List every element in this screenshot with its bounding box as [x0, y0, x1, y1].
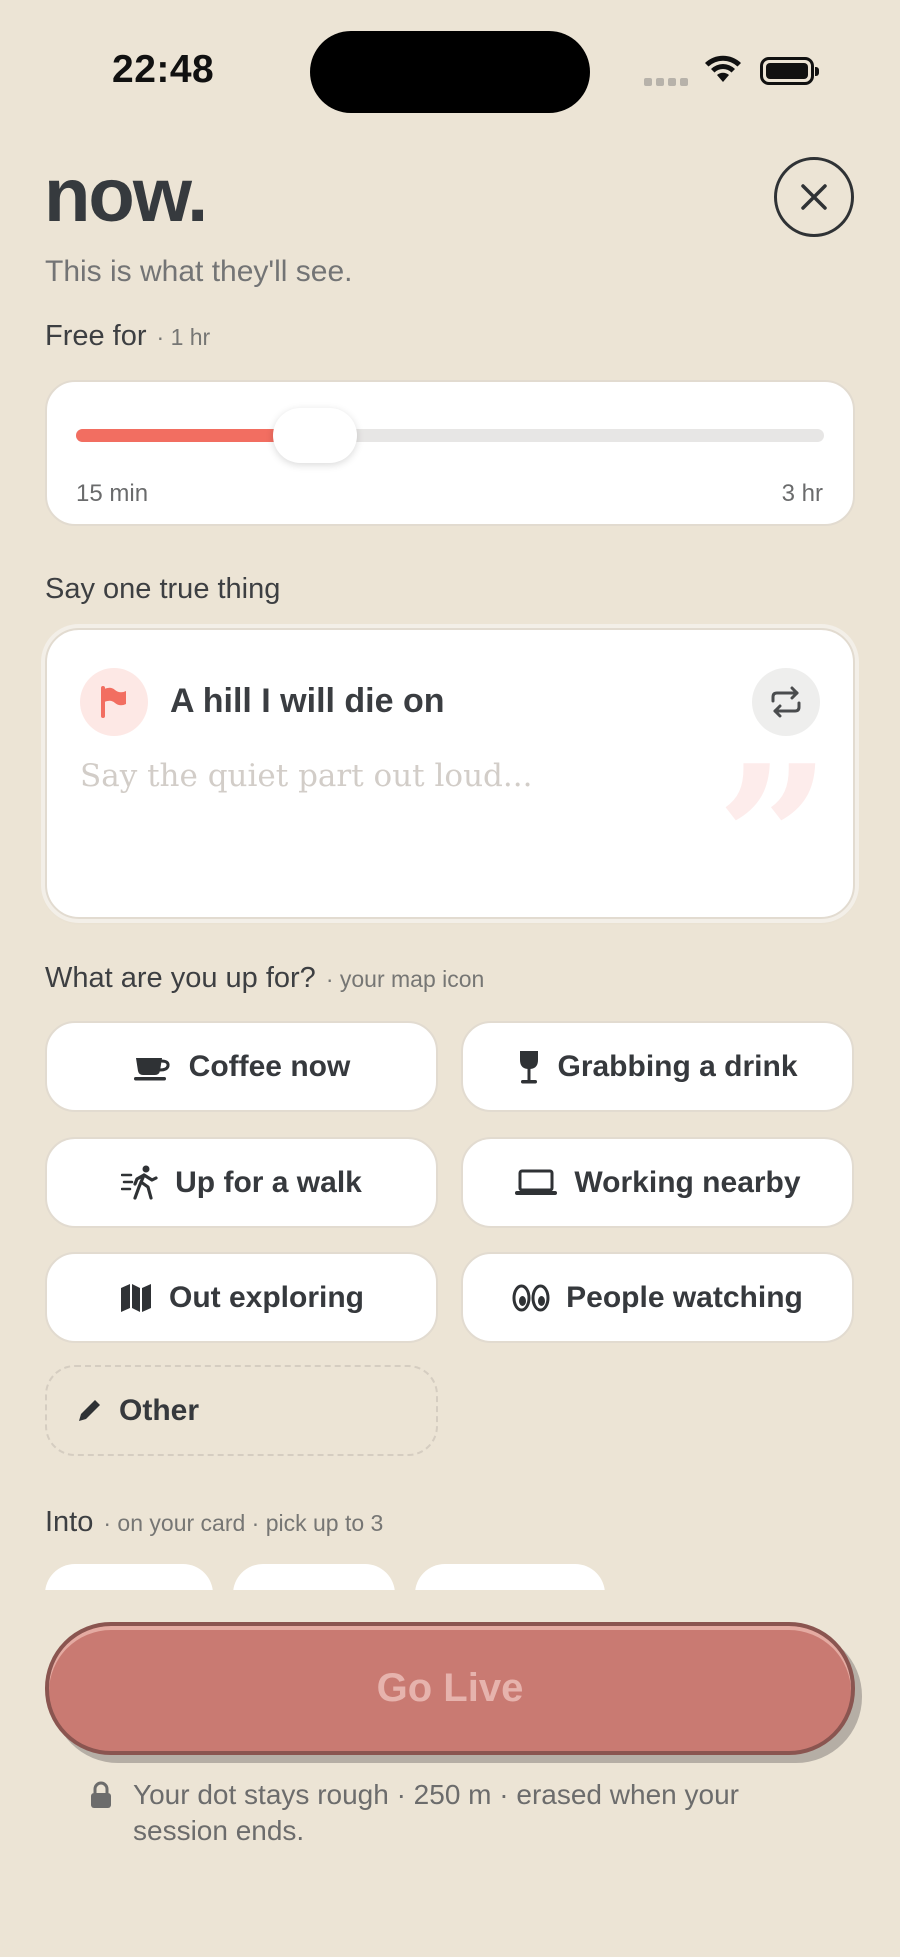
- free-for-title: Free for: [45, 320, 147, 352]
- activity-chip-people-watching[interactable]: People watching: [461, 1252, 854, 1343]
- activity-label: Up for a walk: [175, 1165, 362, 1199]
- activity-chip-other[interactable]: Other: [45, 1365, 438, 1456]
- activity-label: Other: [119, 1393, 200, 1427]
- quote-mark-icon: ”: [716, 722, 832, 957]
- cellular-signal-icon: [644, 78, 688, 86]
- wine-glass-icon: [520, 1050, 539, 1083]
- activity-label: People watching: [566, 1280, 803, 1314]
- into-title: Into: [45, 1506, 94, 1538]
- activity-label: Working nearby: [574, 1165, 801, 1199]
- activity-label: Out exploring: [169, 1280, 364, 1314]
- flag-icon: [101, 686, 126, 718]
- duration-slider-card: [45, 380, 855, 526]
- coffee-cup-icon: [133, 1057, 170, 1080]
- privacy-footnote: Your dot stays rough · 250 m · erased wh…: [133, 1779, 739, 1846]
- activity-label: Grabbing a drink: [557, 1049, 798, 1083]
- activity-label: Coffee now: [188, 1049, 351, 1083]
- duration-slider-thumb[interactable]: [273, 408, 358, 463]
- status-time: 22:48: [112, 48, 215, 91]
- slider-min-label: 15 min: [76, 480, 149, 507]
- go-live-label: Go Live: [376, 1666, 524, 1710]
- free-for-value: · 1 hr: [156, 324, 211, 350]
- up-for-note: · your map icon: [325, 966, 485, 992]
- true-thing-input[interactable]: Say the quiet part out loud...: [80, 758, 532, 794]
- into-label: Into · on your card · pick up to 3: [45, 1506, 383, 1539]
- pencil-icon: [79, 1399, 100, 1421]
- into-note: · on your card · pick up to 3: [103, 1510, 384, 1536]
- close-button[interactable]: [774, 157, 854, 237]
- walking-person-icon: [121, 1165, 158, 1200]
- eyes-icon: [512, 1284, 550, 1311]
- activity-chip-walk[interactable]: Up for a walk: [45, 1137, 438, 1228]
- go-live-button[interactable]: Go Live: [45, 1622, 855, 1755]
- true-thing-label: Say one true thing: [45, 573, 281, 605]
- prompt-badge: [80, 668, 148, 736]
- map-icon: [121, 1283, 151, 1312]
- up-for-title: What are you up for?: [45, 962, 316, 994]
- page-subtitle: This is what they'll see.: [45, 255, 353, 288]
- activity-chip-drink[interactable]: Grabbing a drink: [461, 1021, 854, 1112]
- free-for-label: Free for · 1 hr: [45, 320, 210, 353]
- activity-chip-coffee[interactable]: Coffee now: [45, 1021, 438, 1112]
- prompt-title: A hill I will die on: [170, 682, 445, 720]
- dynamic-island: [310, 31, 590, 113]
- battery-icon: [760, 57, 819, 85]
- close-icon: [801, 184, 827, 210]
- repeat-icon: [771, 686, 801, 718]
- activity-chip-working[interactable]: Working nearby: [461, 1137, 854, 1228]
- wifi-icon: [705, 55, 741, 82]
- laptop-icon: [515, 1169, 558, 1195]
- lock-icon: [91, 1781, 111, 1808]
- page-title: now.: [44, 153, 208, 238]
- activity-chip-exploring[interactable]: Out exploring: [45, 1252, 438, 1343]
- slider-max-label: 3 hr: [781, 480, 823, 507]
- up-for-label: What are you up for? · your map icon: [45, 962, 484, 995]
